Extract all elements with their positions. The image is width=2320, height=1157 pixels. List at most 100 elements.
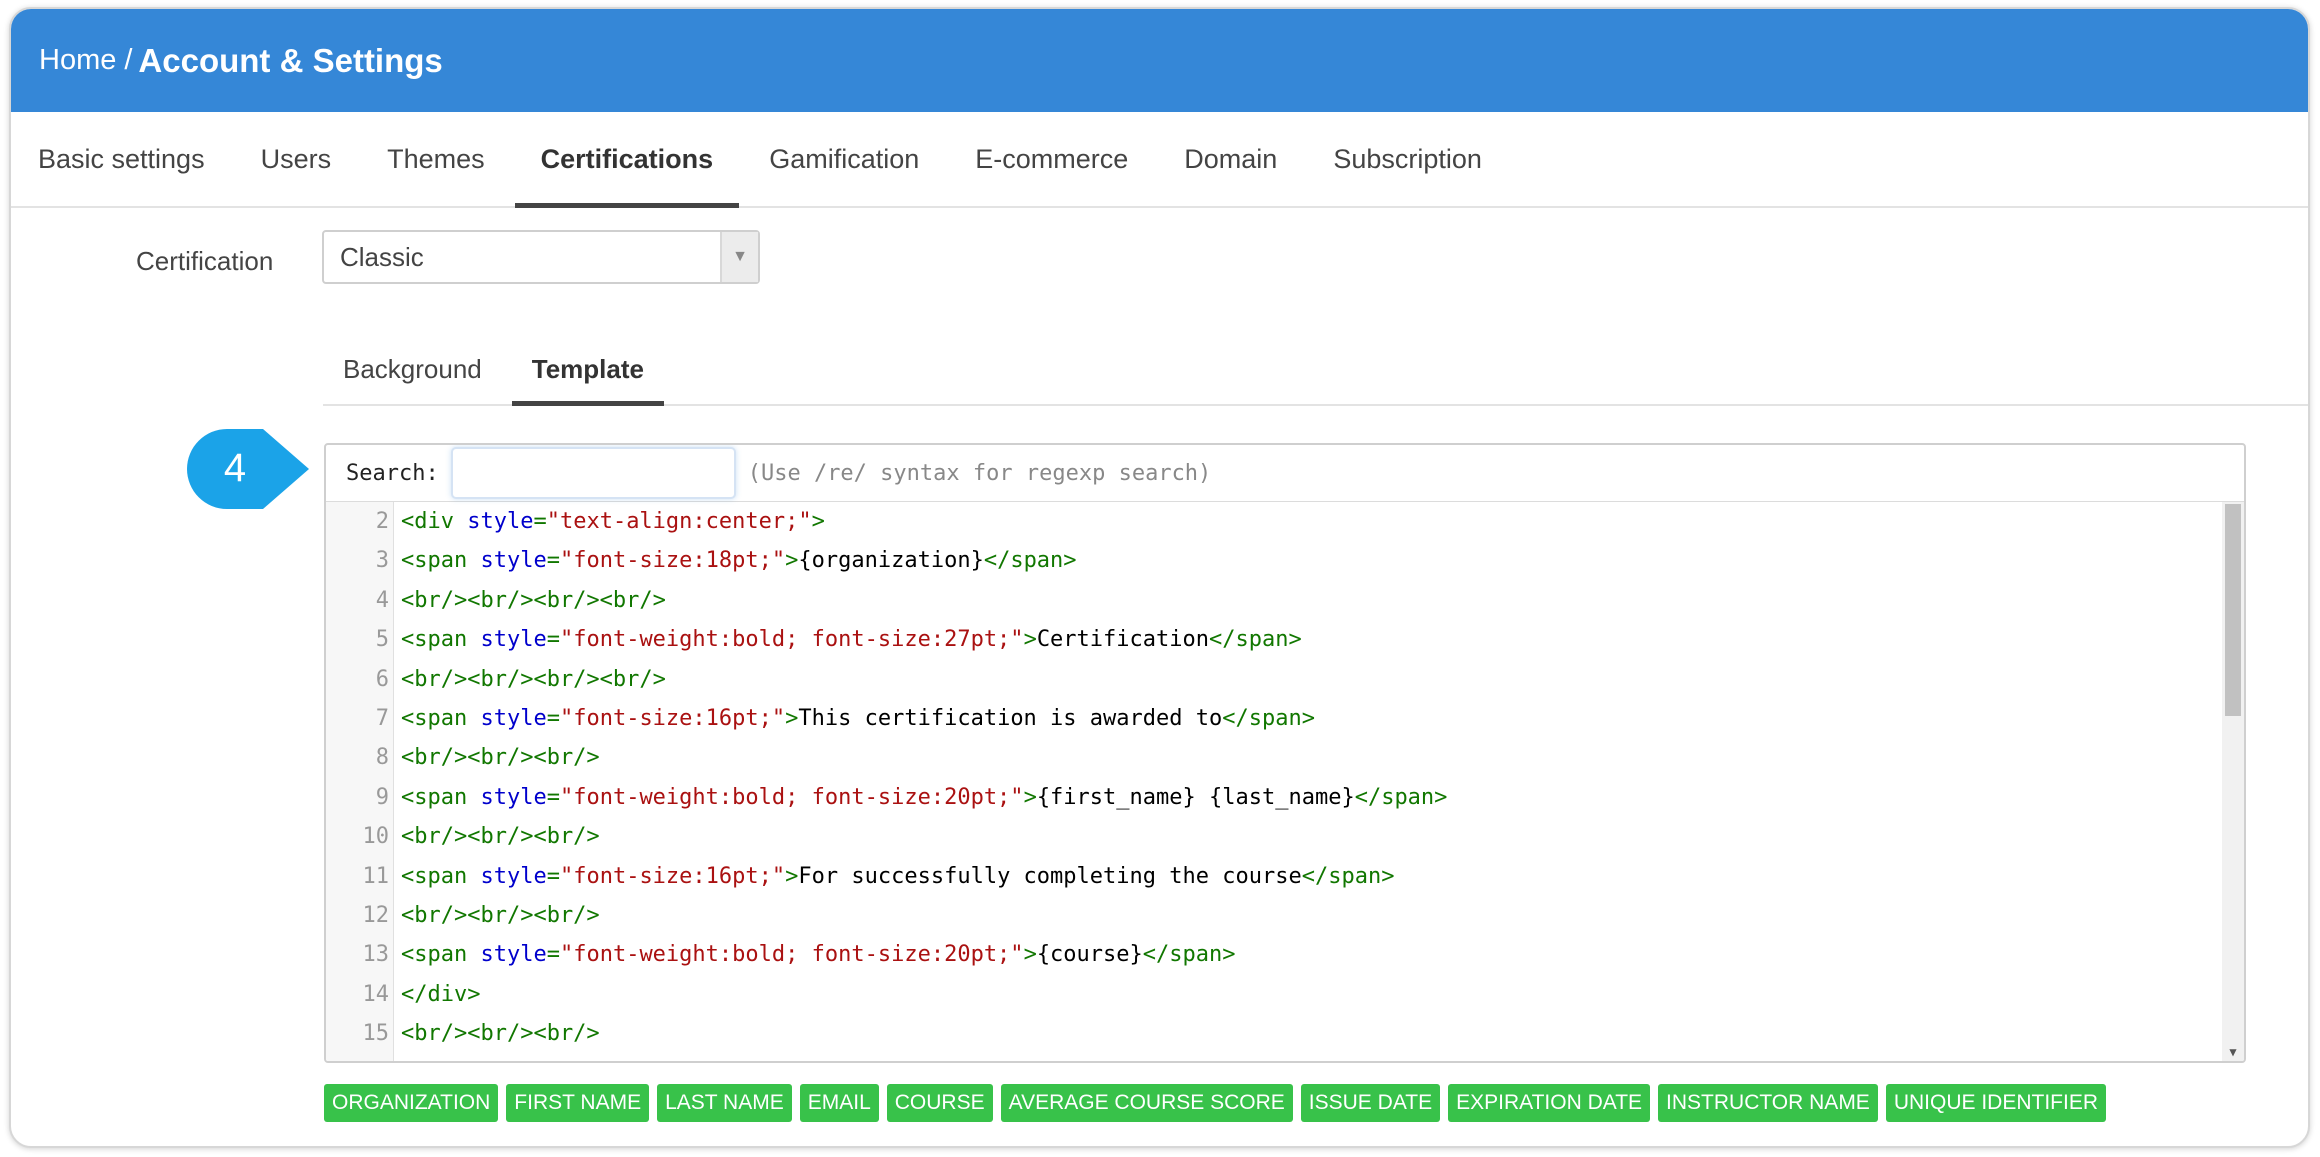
- line-code: <br/><br/><br/><br/>: [389, 667, 666, 692]
- code-token-attr: style: [467, 509, 534, 534]
- code-token-tag: <br/><br/><br/>: [401, 903, 600, 928]
- certification-label: Certification: [136, 246, 274, 276]
- code-token-tag: >: [1023, 784, 1037, 810]
- code-token-str: "font-weight:bold; font-size:20pt;": [559, 942, 1024, 968]
- tab-certifications[interactable]: Certifications: [514, 112, 740, 208]
- code-token-tag: >: [1023, 942, 1037, 968]
- code-token-text: {organization}: [798, 548, 984, 574]
- code-line[interactable]: 4 <br/><br/><br/><br/>: [326, 581, 2220, 620]
- line-code: <span style="font-size:16pt;">For succes…: [389, 864, 1394, 889]
- code-token-tag: =: [546, 784, 560, 810]
- code-line[interactable]: 13 <span style="font-weight:bold; font-si…: [326, 935, 2220, 974]
- placeholder-tag-course[interactable]: COURSE: [886, 1084, 993, 1122]
- tab-e-commerce[interactable]: E-commerce: [949, 112, 1154, 206]
- code-token-tag: <span: [401, 706, 481, 731]
- step-number: 4: [224, 446, 246, 490]
- tab-users[interactable]: Users: [235, 112, 358, 206]
- template-code-editor[interactable]: Search: (Use /re/ syntax for regexp sear…: [324, 443, 2246, 1063]
- line-number: 4: [375, 587, 389, 613]
- placeholder-tag-organization[interactable]: ORGANIZATION: [324, 1084, 499, 1122]
- code-token-attr: style: [480, 784, 547, 810]
- line-code: <span style="font-weight:bold; font-size…: [389, 627, 1302, 652]
- line-number: 12: [362, 903, 390, 928]
- placeholder-tag-unique-identifier[interactable]: UNIQUE IDENTIFIER: [1885, 1084, 2107, 1122]
- tab-basic-settings[interactable]: Basic settings: [28, 112, 231, 206]
- line-number: 9: [375, 784, 389, 810]
- code-token-text: {first_name} {last_name}: [1036, 784, 1355, 810]
- line-number: 2: [375, 509, 389, 534]
- code-token-attr: style: [480, 706, 547, 731]
- main-tab-bar: Basic settings Users Themes Certifications G…: [11, 112, 2308, 208]
- code-token-tag: <br/><br/><br/>: [401, 824, 600, 850]
- code-token-str: "text-align:center;": [546, 509, 812, 534]
- subtab-background[interactable]: Background: [323, 334, 502, 404]
- code-token-tag: </span>: [983, 548, 1077, 574]
- code-token-str: "font-weight:bold; font-size:20pt;": [559, 784, 1024, 810]
- template-tab-bar: Background Template: [323, 334, 2308, 406]
- placeholder-tag-issue-date[interactable]: ISSUE DATE: [1300, 1084, 1441, 1122]
- code-token-tag: <span: [401, 942, 481, 968]
- code-line[interactable]: 7 <span style="font-size:16pt;">This cert…: [326, 699, 2220, 738]
- tab-domain[interactable]: Domain: [1158, 112, 1303, 206]
- code-token-tag: </span>: [1222, 706, 1315, 731]
- line-number: 10: [362, 824, 390, 850]
- code-token-tag: =: [546, 942, 560, 968]
- certification-select-value: Classic: [340, 241, 424, 272]
- tab-themes[interactable]: Themes: [361, 112, 511, 206]
- code-line[interactable]: 11 <span style="font-size:16pt;">For succ…: [326, 857, 2220, 896]
- code-token-attr: style: [480, 627, 547, 653]
- code-token-tag: >: [785, 548, 799, 574]
- step-badge: 4: [187, 429, 309, 509]
- editor-search-bar: Search: (Use /re/ syntax for regexp sear…: [326, 445, 2244, 502]
- code-line[interactable]: 10 <br/><br/><br/>: [326, 817, 2220, 856]
- scrollbar-thumb[interactable]: [2225, 504, 2241, 716]
- code-area[interactable]: ▼ 2 <div style="text-align:center;"> 3 <spa…: [326, 502, 2244, 1061]
- subtab-template[interactable]: Template: [511, 334, 665, 406]
- code-token-tag: <span: [401, 784, 481, 810]
- code-token-tag: </span>: [1142, 942, 1236, 968]
- breadcrumb-home-link[interactable]: Home: [39, 44, 116, 77]
- code-line[interactable]: 5 <span style="font-weight:bold; font-siz…: [326, 620, 2220, 659]
- code-token-tag: >: [785, 706, 799, 731]
- placeholder-tag-email[interactable]: EMAIL: [799, 1084, 879, 1122]
- editor-scrollbar[interactable]: ▼: [2222, 502, 2244, 1061]
- tab-subscription[interactable]: Subscription: [1307, 112, 1508, 206]
- tab-gamification[interactable]: Gamification: [743, 112, 945, 206]
- placeholder-tag-first-name[interactable]: FIRST NAME: [506, 1084, 650, 1122]
- line-code: <br/><br/><br/>: [389, 824, 600, 849]
- code-token-tag: <span: [401, 548, 481, 574]
- code-token-tag: =: [546, 863, 560, 889]
- placeholder-tag-instructor-name[interactable]: INSTRUCTOR NAME: [1658, 1084, 1878, 1122]
- search-input[interactable]: [450, 447, 736, 499]
- code-token-tag: <br/><br/><br/>: [401, 1021, 600, 1047]
- code-line[interactable]: 15 <br/><br/><br/>: [326, 1014, 2220, 1053]
- code-token-tag: >: [811, 509, 825, 534]
- code-line[interactable]: 12 <br/><br/><br/>: [326, 896, 2220, 935]
- placeholder-tag-list: ORGANIZATION FIRST NAME LAST NAME EMAIL COUR…: [324, 1084, 2107, 1122]
- code-token-tag: <span: [401, 863, 481, 889]
- chevron-down-icon[interactable]: ▼: [720, 232, 758, 282]
- code-line[interactable]: 2 <div style="text-align:center;">: [326, 502, 2220, 541]
- code-line[interactable]: 9 <span style="font-weight:bold; font-siz…: [326, 778, 2220, 817]
- code-line[interactable]: 6 <br/><br/><br/><br/>: [326, 660, 2220, 699]
- placeholder-tag-expiration-date[interactable]: EXPIRATION DATE: [1448, 1084, 1651, 1122]
- line-number: 6: [375, 666, 389, 692]
- code-token-attr: style: [480, 942, 547, 968]
- code-token-text: Certification: [1036, 627, 1209, 653]
- code-token-tag: >: [785, 863, 799, 889]
- code-line[interactable]: 3 <span style="font-size:18pt;">{organiza…: [326, 541, 2220, 580]
- page-title: Account & Settings: [138, 41, 443, 79]
- scroll-down-arrow-icon[interactable]: ▼: [2222, 1043, 2244, 1061]
- code-token-attr: style: [480, 548, 547, 574]
- certification-select[interactable]: Classic ▼: [322, 230, 760, 284]
- code-line[interactable]: 14 </div>: [326, 975, 2220, 1014]
- code-token-text: This certification is awarded to: [798, 706, 1223, 731]
- line-code: <div style="text-align:center;">: [389, 509, 825, 534]
- line-code: <br/><br/><br/>: [389, 903, 600, 928]
- line-number: 3: [375, 548, 389, 574]
- placeholder-tag-average-course-score[interactable]: AVERAGE COURSE SCORE: [1000, 1084, 1293, 1122]
- code-line[interactable]: 8 <br/><br/><br/>: [326, 738, 2220, 777]
- placeholder-tag-last-name[interactable]: LAST NAME: [657, 1084, 792, 1122]
- line-code: <br/><br/><br/>: [389, 745, 600, 770]
- search-label: Search:: [346, 460, 439, 486]
